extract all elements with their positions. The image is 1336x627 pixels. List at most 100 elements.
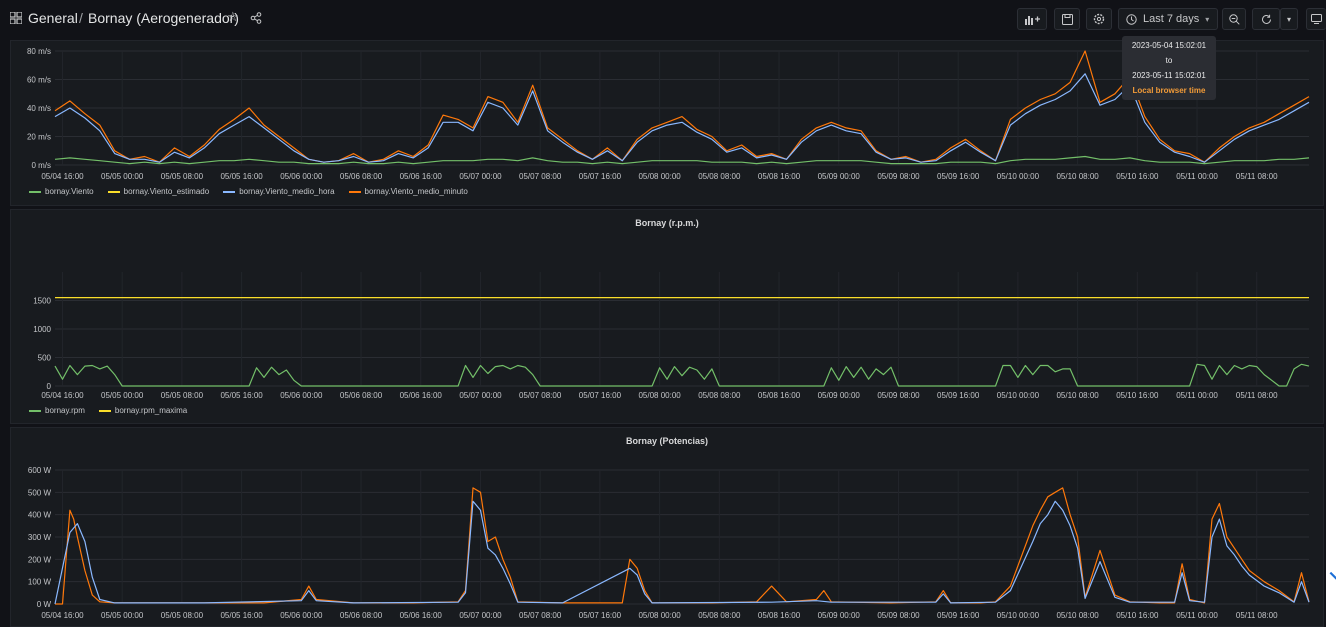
x-tick-label: 05/08 16:00 bbox=[758, 611, 801, 620]
refresh-interval-dropdown[interactable]: ▾ bbox=[1280, 8, 1298, 30]
x-tick-label: 05/10 08:00 bbox=[1056, 391, 1099, 400]
x-tick-label: 05/06 08:00 bbox=[340, 172, 383, 181]
x-tick-label: 05/05 08:00 bbox=[161, 391, 204, 400]
x-tick-label: 05/08 08:00 bbox=[698, 391, 741, 400]
x-tick-label: 05/05 00:00 bbox=[101, 391, 144, 400]
y-tick-label: 40 m/s bbox=[27, 104, 51, 113]
legend-item[interactable]: bornay.rpm bbox=[29, 406, 85, 415]
save-icon bbox=[1061, 13, 1073, 25]
y-tick-label: 200 W bbox=[28, 555, 52, 564]
x-tick-label: 05/04 16:00 bbox=[41, 172, 84, 181]
x-tick-label: 05/09 00:00 bbox=[818, 172, 861, 181]
x-tick-label: 05/11 08:00 bbox=[1236, 611, 1278, 620]
x-tick-label: 05/10 16:00 bbox=[1116, 611, 1159, 620]
grid-icon[interactable] bbox=[10, 12, 22, 24]
add-panel-icon bbox=[1025, 16, 1040, 25]
chevron-down-icon: ▾ bbox=[1205, 14, 1210, 24]
zoom-out-button[interactable] bbox=[1222, 8, 1246, 30]
x-tick-label: 05/05 16:00 bbox=[220, 172, 263, 181]
time-picker-button[interactable]: Last 7 days ▾ bbox=[1118, 8, 1218, 30]
x-tick-label: 05/06 16:00 bbox=[400, 611, 443, 620]
x-tick-label: 05/06 00:00 bbox=[280, 391, 323, 400]
x-tick-label: 05/10 00:00 bbox=[997, 172, 1040, 181]
rpm-chart[interactable]: 1500 1000 500 005/04 16:00 05/05 00:00 05/05 … bbox=[11, 210, 1325, 406]
clock-icon bbox=[1126, 13, 1137, 25]
x-tick-label: 05/04 16:00 bbox=[41, 611, 84, 620]
x-tick-label: 05/08 08:00 bbox=[698, 172, 741, 181]
dashboard-title[interactable]: Bornay (Aerogenerador) bbox=[88, 10, 239, 26]
x-tick-label: 05/09 08:00 bbox=[877, 611, 920, 620]
series-line bbox=[55, 487, 1310, 605]
x-tick-label: 05/05 00:00 bbox=[101, 172, 144, 181]
x-tick-label: 05/06 08:00 bbox=[340, 391, 383, 400]
tooltip-timezone: Local browser time bbox=[1132, 86, 1206, 95]
x-tick-label: 05/07 08:00 bbox=[519, 172, 562, 181]
add-panel-button[interactable] bbox=[1017, 8, 1047, 30]
series-line bbox=[54, 155, 1310, 165]
x-tick-label: 05/04 16:00 bbox=[41, 391, 84, 400]
chevron-down-icon: ▾ bbox=[1286, 14, 1291, 24]
refresh-icon bbox=[1261, 14, 1271, 24]
legend-item[interactable]: bornay.Viento_medio_hora bbox=[223, 187, 335, 196]
x-tick-label: 05/06 00:00 bbox=[280, 172, 323, 181]
power-chart[interactable]: 600 W 500 W 400 W 300 W 200 W 100 W 0 W 05/04 1… bbox=[11, 428, 1325, 627]
x-tick-label: 05/07 08:00 bbox=[519, 391, 562, 400]
series-line bbox=[54, 500, 1310, 605]
refresh-button[interactable] bbox=[1252, 8, 1280, 30]
y-tick-label: 1000 bbox=[33, 325, 51, 334]
legend-item[interactable]: bornay.rpm_maxima bbox=[98, 406, 188, 415]
x-tick-label: 05/10 00:00 bbox=[997, 391, 1040, 400]
x-tick-label: 05/10 08:00 bbox=[1056, 172, 1099, 181]
x-tick-label: 05/11 00:00 bbox=[1176, 172, 1218, 181]
breadcrumb-root[interactable]: General bbox=[28, 10, 78, 26]
x-tick-label: 05/10 16:00 bbox=[1116, 391, 1159, 400]
series-line bbox=[54, 363, 1310, 387]
legend-item[interactable]: bornay.Viento bbox=[29, 187, 94, 196]
tooltip-to-word: to bbox=[1165, 56, 1173, 65]
x-tick-label: 05/09 08:00 bbox=[877, 172, 920, 181]
y-tick-label: 100 W bbox=[28, 578, 52, 587]
legend-item[interactable]: bornay.Viento_estimado bbox=[107, 187, 209, 196]
x-tick-label: 05/05 08:00 bbox=[161, 611, 204, 620]
panel-power[interactable]: Bornay (Potencias) 600 W 500 W 400 W 300 W2… bbox=[10, 427, 1324, 627]
x-tick-label: 05/08 16:00 bbox=[758, 391, 801, 400]
x-tick-label: 05/07 08:00 bbox=[519, 611, 562, 620]
grafana-app: General / Bornay (Aerogenerador) ☆ Last … bbox=[0, 0, 1326, 627]
time-range-label: Last 7 days bbox=[1143, 13, 1200, 25]
y-tick-label: 600 W bbox=[28, 466, 52, 475]
x-tick-label: 05/06 08:00 bbox=[340, 611, 383, 620]
star-icon[interactable]: ☆ bbox=[227, 9, 239, 25]
tv-mode-button[interactable] bbox=[1306, 8, 1326, 30]
panel-rpm[interactable]: Bornay (r.p.m.) 1500 1000 500 0 05/04 16:00 0… bbox=[10, 209, 1324, 424]
y-tick-label: 500 W bbox=[28, 488, 52, 497]
rpm-legend: bornay.rpm bornay.rpm_maxima bbox=[29, 406, 187, 415]
legend-item[interactable]: bornay.Viento_medio_minuto bbox=[348, 187, 468, 196]
x-tick-label: 05/05 00:00 bbox=[101, 611, 144, 620]
save-button[interactable] bbox=[1054, 8, 1080, 30]
top-navbar: General / Bornay (Aerogenerador) ☆ Last … bbox=[0, 0, 1326, 38]
x-tick-label: 05/07 00:00 bbox=[459, 391, 502, 400]
x-tick-label: 05/11 08:00 bbox=[1236, 391, 1278, 400]
y-tick-label: 0 bbox=[47, 382, 52, 391]
x-tick-label: 05/08 00:00 bbox=[638, 391, 681, 400]
x-tick-label: 05/07 16:00 bbox=[579, 391, 622, 400]
x-tick-label: 05/07 16:00 bbox=[579, 172, 622, 181]
x-tick-label: 05/08 00:00 bbox=[638, 611, 681, 620]
tv-icon bbox=[1311, 14, 1322, 24]
share-icon[interactable] bbox=[250, 12, 262, 24]
zoom-out-icon bbox=[1228, 13, 1240, 25]
legend-label: bornay.rpm bbox=[45, 406, 85, 415]
x-tick-label: 05/08 00:00 bbox=[638, 172, 681, 181]
series-line bbox=[54, 50, 1310, 163]
settings-button[interactable] bbox=[1086, 8, 1112, 30]
x-tick-label: 05/09 16:00 bbox=[937, 172, 980, 181]
legend-label: bornay.Viento_medio_minuto bbox=[364, 187, 468, 196]
legend-label: bornay.rpm_maxima bbox=[114, 406, 188, 415]
time-range-tooltip: 2023-05-04 15:02:01 to 2023-05-11 15:02:… bbox=[1122, 36, 1216, 100]
x-tick-label: 05/08 08:00 bbox=[698, 611, 741, 620]
y-tick-label: 500 bbox=[38, 354, 52, 363]
legend-label: bornay.Viento_medio_hora bbox=[239, 187, 335, 196]
x-tick-label: 05/11 00:00 bbox=[1176, 611, 1218, 620]
x-tick-label: 05/10 08:00 bbox=[1056, 611, 1099, 620]
x-tick-label: 05/09 08:00 bbox=[877, 391, 920, 400]
